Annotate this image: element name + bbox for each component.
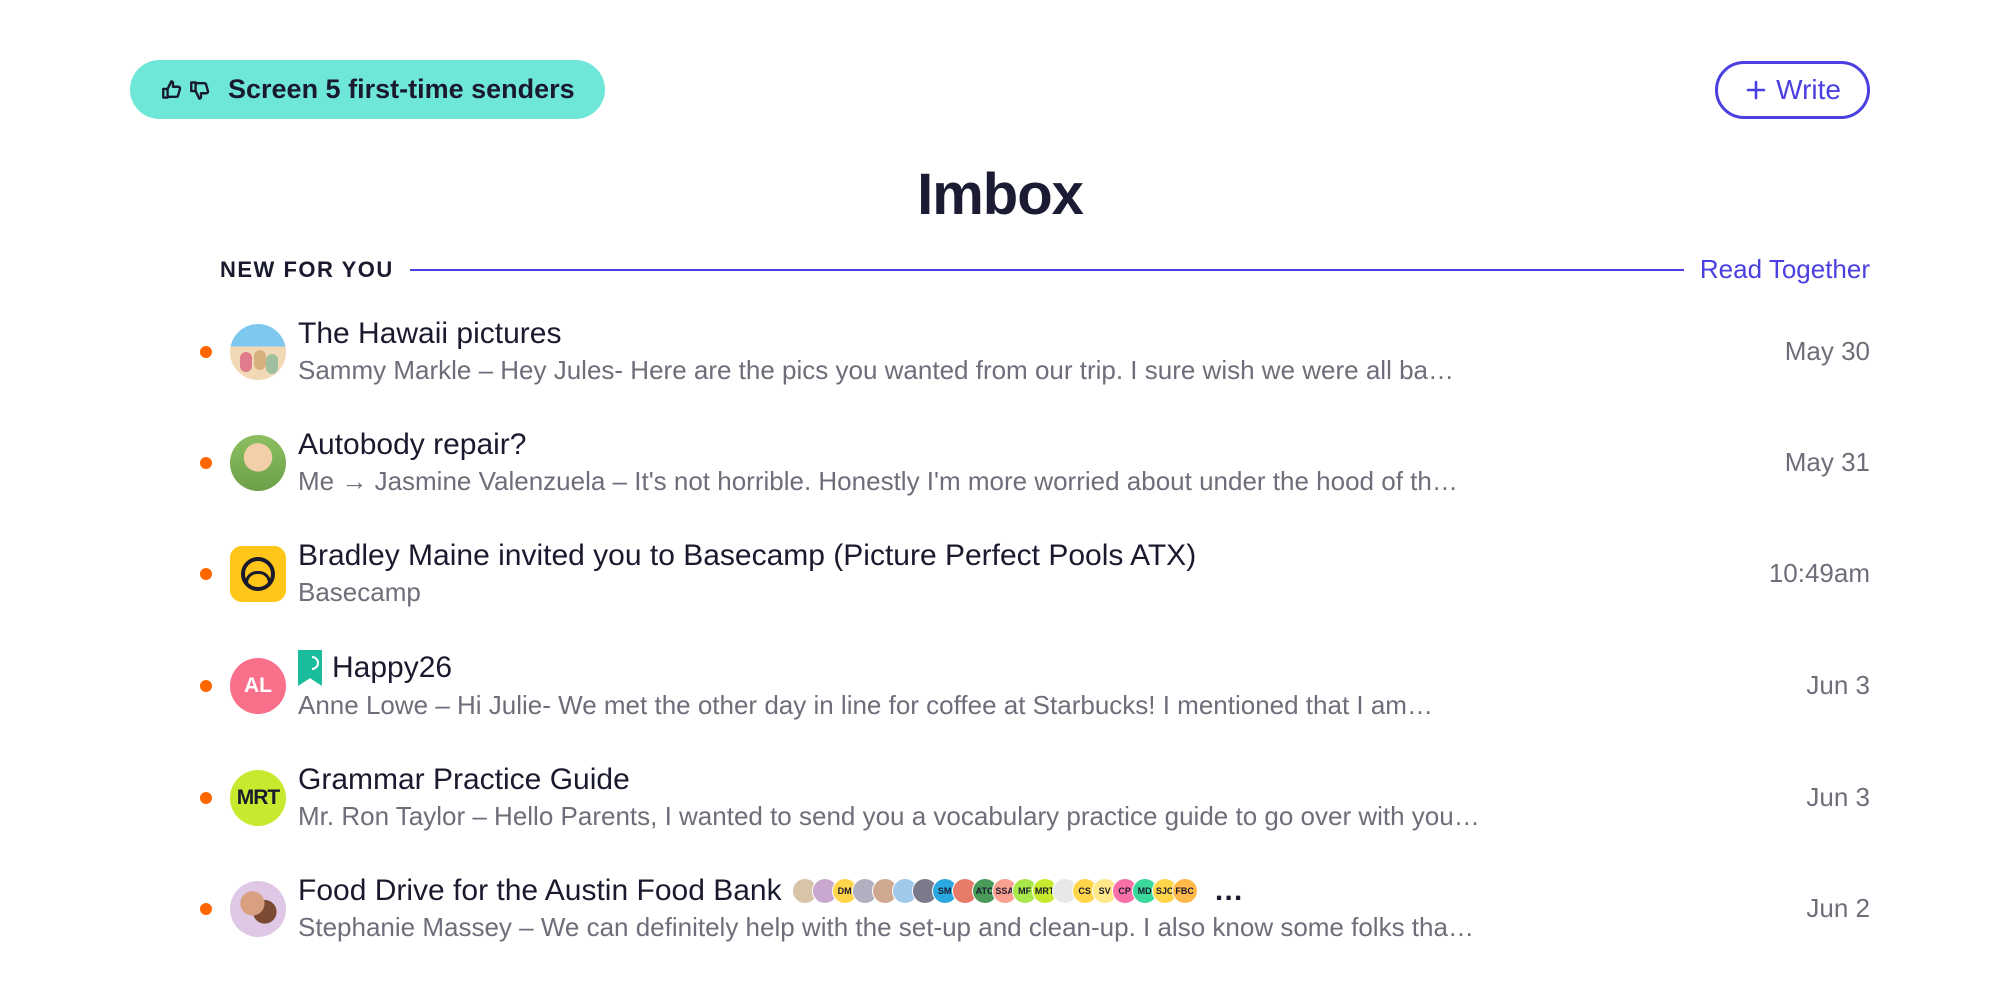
email-subject: Food Drive for the Austin Food Bank	[298, 874, 782, 908]
email-date: Jun 2	[1782, 893, 1870, 924]
email-date: 10:49am	[1745, 558, 1870, 589]
email-preview: We can definitely help with the set-up a…	[541, 912, 1474, 942]
unread-dot-icon	[200, 568, 212, 580]
email-sender: Mr. Ron Taylor –	[298, 801, 494, 831]
unread-dot-icon	[200, 346, 212, 358]
email-row[interactable]: The Hawaii pictures Sammy Markle – Hey J…	[200, 297, 1870, 408]
participant-avatar: FBC	[1172, 878, 1198, 904]
screener-label: Screen 5 first-time senders	[228, 74, 575, 105]
email-sender: Me → Jasmine Valenzuela –	[298, 466, 634, 496]
write-button[interactable]: Write	[1715, 61, 1870, 119]
email-sender: Sammy Markle –	[298, 355, 500, 385]
email-sender: Stephanie Massey –	[298, 912, 541, 942]
thread-participant-avatars: DMSMATCSSAMFMRTCSSVCPMDSJCFBC	[798, 878, 1198, 904]
email-text: The Hawaii pictures Sammy Markle – Hey J…	[298, 317, 1761, 386]
email-date: May 31	[1761, 447, 1870, 478]
email-row[interactable]: Autobody repair? Me → Jasmine Valenzuela…	[200, 408, 1870, 519]
email-subject: Autobody repair?	[298, 428, 527, 462]
email-row[interactable]: MRT Grammar Practice Guide Mr. Ron Taylo…	[200, 743, 1870, 854]
email-row[interactable]: Food Drive for the Austin Food Bank DMSM…	[200, 854, 1870, 965]
email-preview: Hi Julie- We met the other day in line f…	[457, 690, 1433, 720]
avatar	[230, 881, 286, 937]
unread-dot-icon	[200, 903, 212, 915]
email-text: Autobody repair? Me → Jasmine Valenzuela…	[298, 428, 1761, 497]
email-text: Bradley Maine invited you to Basecamp (P…	[298, 539, 1745, 608]
thumbs-up-down-icon	[160, 77, 214, 103]
section-divider	[410, 269, 1684, 271]
write-label: Write	[1776, 74, 1841, 106]
avatar: AL	[230, 658, 286, 714]
email-date: Jun 3	[1782, 670, 1870, 701]
email-text: Grammar Practice Guide Mr. Ron Taylor – …	[298, 763, 1782, 832]
more-participants-icon: …	[1214, 874, 1246, 908]
email-preview: Basecamp	[298, 577, 421, 607]
avatar	[230, 324, 286, 380]
email-subject: The Hawaii pictures	[298, 317, 561, 351]
email-text: Happy26 Anne Lowe – Hi Julie- We met the…	[298, 650, 1782, 721]
email-text: Food Drive for the Austin Food Bank DMSM…	[298, 874, 1782, 943]
email-subject: Grammar Practice Guide	[298, 763, 630, 797]
email-sender: Anne Lowe –	[298, 690, 457, 720]
email-date: Jun 3	[1782, 782, 1870, 813]
plus-icon	[1744, 78, 1768, 102]
page-title: Imbox	[0, 161, 2000, 228]
email-preview: Hello Parents, I wanted to send you a vo…	[494, 801, 1480, 831]
email-date: May 30	[1761, 336, 1870, 367]
unread-dot-icon	[200, 457, 212, 469]
read-together-link[interactable]: Read Together	[1700, 254, 1870, 285]
email-row[interactable]: AL Happy26 Anne Lowe – Hi Julie- We met …	[200, 630, 1870, 743]
top-bar: Screen 5 first-time senders Write	[0, 0, 2000, 119]
section-header: NEW FOR YOU Read Together	[0, 254, 2000, 285]
email-subject: Happy26	[332, 651, 452, 685]
email-subject: Bradley Maine invited you to Basecamp (P…	[298, 539, 1196, 573]
email-row[interactable]: Bradley Maine invited you to Basecamp (P…	[200, 519, 1870, 630]
email-list: The Hawaii pictures Sammy Markle – Hey J…	[0, 285, 2000, 965]
email-preview: Hey Jules- Here are the pics you wanted …	[500, 355, 1454, 385]
email-preview: It's not horrible. Honestly I'm more wor…	[634, 466, 1458, 496]
avatar	[230, 546, 286, 602]
section-label: NEW FOR YOU	[220, 257, 394, 283]
bookmark-key-icon	[298, 650, 322, 686]
screener-pill[interactable]: Screen 5 first-time senders	[130, 60, 605, 119]
avatar	[230, 435, 286, 491]
unread-dot-icon	[200, 792, 212, 804]
avatar: MRT	[230, 770, 286, 826]
unread-dot-icon	[200, 680, 212, 692]
